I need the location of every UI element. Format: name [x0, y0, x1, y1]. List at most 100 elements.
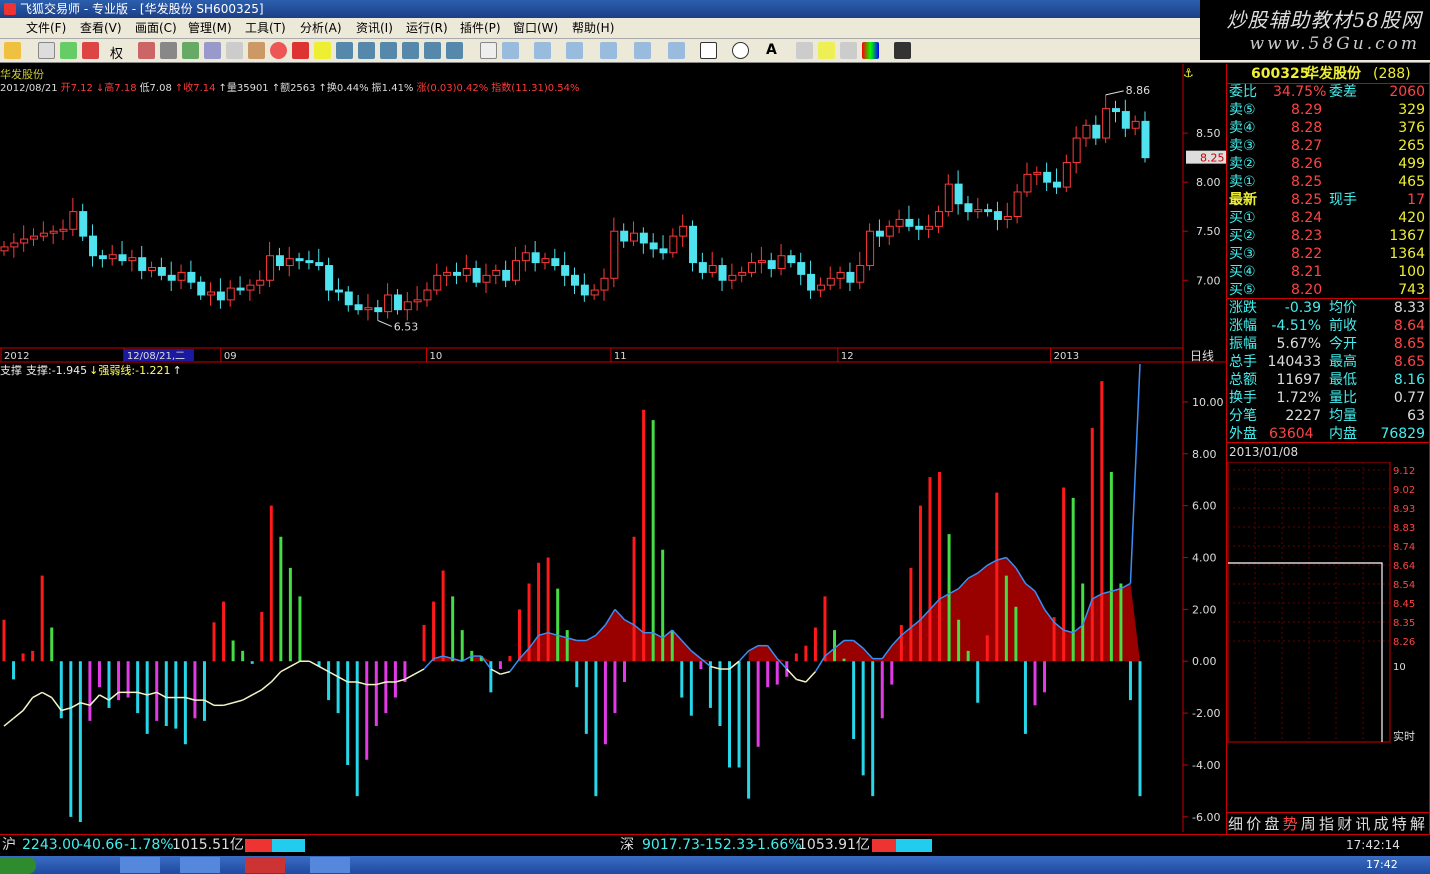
rsi-icon[interactable] [38, 42, 55, 59]
stat-value: 2227 [1285, 408, 1321, 424]
tool-icon-3[interactable] [182, 42, 199, 59]
candle-body [708, 265, 717, 273]
candle-body [905, 218, 914, 227]
quote-tab-1[interactable]: 价 [1246, 813, 1261, 835]
indicator-tick-label: 8.00 [1192, 448, 1217, 461]
fib-icon[interactable] [634, 42, 651, 59]
pencil-icon[interactable] [314, 42, 331, 59]
menu-item-6[interactable]: 资讯(I) [356, 20, 393, 37]
menu-item-9[interactable]: 窗口(W) [513, 20, 558, 37]
mini-prev-close-line [1228, 562, 1383, 742]
line-draw-icon[interactable] [502, 42, 519, 59]
buy-price: 8.24 [1291, 210, 1323, 226]
menu-item-2[interactable]: 画面(C) [135, 20, 177, 37]
vline-icon[interactable] [566, 42, 583, 59]
taskbar-app-3[interactable] [245, 857, 285, 873]
hline-icon[interactable] [534, 42, 551, 59]
menu-item-7[interactable]: 运行(R) [406, 20, 448, 37]
quote-tab-9[interactable]: 特 [1392, 813, 1407, 835]
quote-tab-2[interactable]: 盘 [1264, 813, 1279, 835]
layout-icon-5[interactable] [424, 42, 441, 59]
lock-icon[interactable] [840, 42, 857, 59]
save-icon[interactable] [894, 42, 911, 59]
menu-item-1[interactable]: 查看(V) [80, 20, 122, 37]
current-hand-label: 现手 [1329, 192, 1357, 208]
menu-item-10[interactable]: 帮助(H) [572, 20, 614, 37]
bell-icon[interactable] [292, 42, 309, 59]
quote-row: 买① 8.24 420 [1229, 209, 1427, 227]
mini-price-tick: 8.83 [1393, 523, 1415, 534]
mini-realtime-label[interactable]: 实时 [1393, 729, 1415, 743]
layout-icon-4[interactable] [402, 42, 419, 59]
quote-row: 外盘 63604 内盘 76829 [1229, 425, 1427, 443]
buy-price: 8.23 [1291, 228, 1323, 244]
stat-label: 涨幅 [1229, 318, 1257, 334]
eraser-icon[interactable] [818, 42, 835, 59]
tool-icon-5[interactable] [248, 42, 265, 59]
quote-tab-5[interactable]: 指 [1319, 813, 1334, 835]
minus-icon[interactable] [82, 42, 99, 59]
quote-tab-0[interactable]: 细 [1228, 813, 1243, 835]
buy-level-label: 买② [1229, 228, 1256, 244]
quote-tab-4[interactable]: 周 [1301, 813, 1316, 835]
start-button[interactable] [0, 857, 36, 874]
rect-icon[interactable] [700, 42, 717, 59]
candle-body [826, 277, 835, 286]
quote-tab-6[interactable]: 财 [1337, 813, 1352, 835]
candle-body [59, 228, 68, 232]
indicator-line-segment [232, 699, 243, 704]
color-icon[interactable] [862, 42, 879, 59]
stat-label: 今开 [1329, 336, 1357, 352]
menu-item-4[interactable]: 工具(T) [245, 20, 286, 37]
layout-icon-6[interactable] [446, 42, 463, 59]
chart-icon[interactable] [4, 42, 21, 59]
candle-body [20, 238, 29, 244]
stat-value: -0.39 [1284, 300, 1321, 316]
high-label: 8.86 [1126, 84, 1151, 97]
quote-tab-8[interactable]: 成 [1374, 813, 1389, 835]
sell-volume: 465 [1398, 174, 1425, 190]
candle-body [118, 254, 127, 262]
candle-body [974, 209, 983, 213]
indicator-chart[interactable]: 10.00 8.00 6.00 4.00 2.00 0.00 -2.00 -4.00 -6.00 [0, 364, 1226, 832]
period-label[interactable]: 日线 [1190, 349, 1214, 363]
text-tool-icon[interactable]: A [766, 42, 777, 58]
candle-body [374, 307, 383, 313]
menu-item-8[interactable]: 插件(P) [460, 20, 501, 37]
indicator-line-segment [242, 694, 253, 701]
move-icon[interactable] [60, 42, 77, 59]
copy-icon[interactable] [796, 42, 813, 59]
quote-tab-10[interactable]: 解 [1410, 813, 1425, 835]
layout-icon-1[interactable] [336, 42, 353, 59]
taskbar-app-1[interactable] [120, 857, 160, 873]
rights-button[interactable]: 权 [110, 43, 123, 62]
tool-icon-1[interactable] [138, 42, 155, 59]
stat-label: 量比 [1329, 390, 1357, 406]
alarm-icon[interactable] [270, 42, 287, 59]
channel-icon[interactable] [668, 42, 685, 59]
taskbar-app-4[interactable] [310, 857, 350, 873]
quote-tab-3[interactable]: 势 [1283, 813, 1298, 835]
taskbar-app-2[interactable] [180, 857, 220, 873]
anchor-icon[interactable]: ⚓ [1183, 66, 1194, 80]
candles [0, 94, 1150, 321]
layout-icon-3[interactable] [380, 42, 397, 59]
cursor-icon[interactable] [480, 42, 497, 59]
candle-body [1082, 124, 1091, 139]
menu-item-3[interactable]: 管理(M) [188, 20, 232, 37]
layout-icon-2[interactable] [358, 42, 375, 59]
tool-icon-4[interactable] [204, 42, 221, 59]
candlestick-chart[interactable]: 8.50 8.00 7.50 7.00 8.25 8.86 6.53 2012 12/08/21… [0, 64, 1226, 364]
candle-body [0, 246, 9, 252]
mini-intraday-chart[interactable]: 9.12 9.02 8.93 8.83 8.74 8.64 8.54 8.45 8.35 8.26… [1227, 462, 1430, 752]
menu-item-5[interactable]: 分析(A) [300, 20, 342, 37]
quote-row: 卖① 8.25 465 [1229, 173, 1427, 191]
quote-tab-7[interactable]: 讯 [1355, 813, 1370, 835]
indicator-line-segment [261, 681, 272, 691]
fan-icon[interactable] [600, 42, 617, 59]
tool-icon-2[interactable] [160, 42, 177, 59]
ellipse-icon[interactable] [732, 42, 749, 59]
cube-icon[interactable] [226, 42, 243, 59]
indicator-line-segment [223, 701, 234, 707]
menu-item-0[interactable]: 文件(F) [26, 20, 66, 37]
